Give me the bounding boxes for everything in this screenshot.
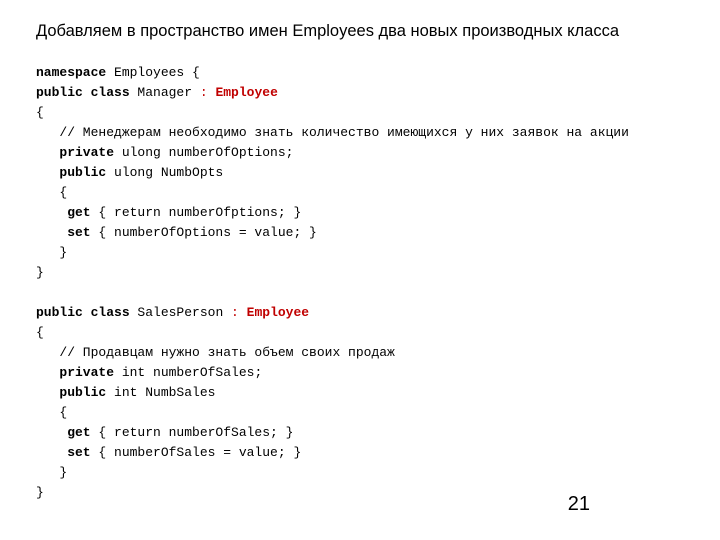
kw-get: get (36, 425, 91, 440)
code-text: } (36, 485, 44, 500)
kw-public-class: public class (36, 305, 130, 320)
slide-title: Добавляем в пространство имен Employees … (0, 0, 720, 41)
kw-set: set (36, 445, 91, 460)
code-comment: // Менеджерам необходимо знать количеств… (36, 125, 629, 140)
colon: : (200, 85, 208, 100)
base-class: Employee (239, 305, 309, 320)
code-text: ulong numberOfOptions; (114, 145, 293, 160)
base-class: Employee (208, 85, 278, 100)
code-text: { (36, 325, 44, 340)
code-text: ulong NumbOpts (106, 165, 223, 180)
class-name: SalesPerson (130, 305, 231, 320)
kw-private: private (36, 365, 114, 380)
code-text: Employees { (106, 65, 200, 80)
code-text: { (36, 405, 67, 420)
code-text: { (36, 185, 67, 200)
colon: : (231, 305, 239, 320)
code-text: { numberOfOptions = value; } (91, 225, 317, 240)
code-text: int numberOfSales; (114, 365, 262, 380)
code-text: } (36, 265, 44, 280)
kw-set: set (36, 225, 91, 240)
code-text: } (36, 465, 67, 480)
code-text: { return numberOfptions; } (91, 205, 302, 220)
kw-private: private (36, 145, 114, 160)
code-block: namespace Employees { public class Manag… (0, 41, 720, 503)
page-number: 21 (568, 493, 590, 516)
kw-public: public (36, 165, 106, 180)
code-text: } (36, 245, 67, 260)
code-text: { (36, 105, 44, 120)
kw-get: get (36, 205, 91, 220)
kw-public: public (36, 385, 106, 400)
kw-namespace: namespace (36, 65, 106, 80)
code-text: { return numberOfSales; } (91, 425, 294, 440)
code-text: { numberOfSales = value; } (91, 445, 302, 460)
code-comment: // Продавцам нужно знать объем своих про… (36, 345, 395, 360)
class-name: Manager (130, 85, 200, 100)
kw-public-class: public class (36, 85, 130, 100)
code-text: int NumbSales (106, 385, 215, 400)
